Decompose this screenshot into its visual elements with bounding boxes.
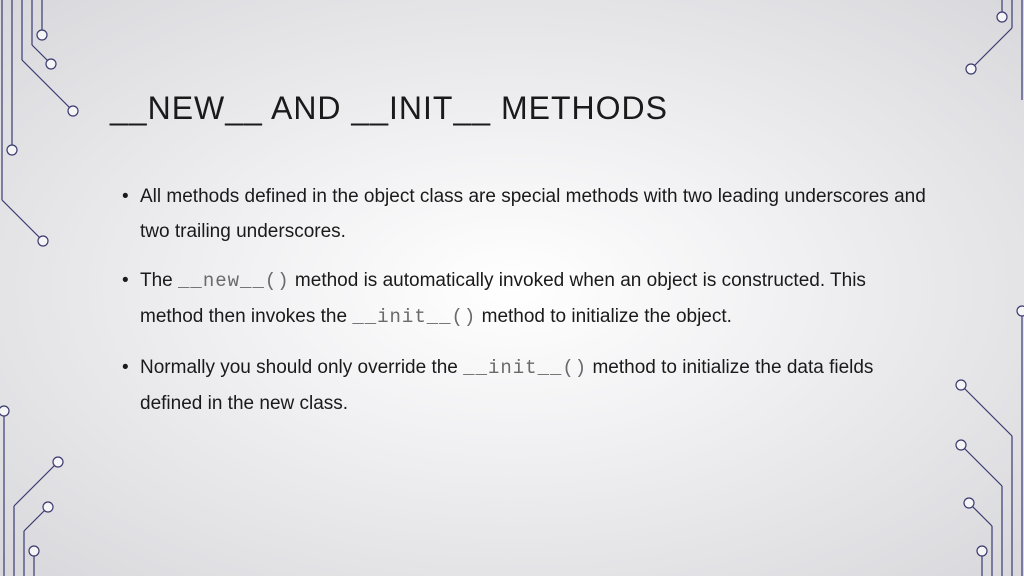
bullet-text: All methods defined in the object class …: [140, 186, 926, 242]
code-snippet: __new__(): [178, 270, 290, 292]
code-snippet: __init__(): [463, 357, 587, 379]
slide-content: __NEW__ AND __INIT__ METHODS All methods…: [110, 90, 934, 435]
bullet-item: Normally you should only override the __…: [122, 350, 934, 421]
bullet-text: method to initialize the object.: [476, 306, 732, 327]
slide-title: __NEW__ AND __INIT__ METHODS: [110, 90, 934, 127]
bullet-item: All methods defined in the object class …: [122, 179, 934, 249]
bullet-item: The __new__() method is automatically in…: [122, 263, 934, 335]
bullet-text: Normally you should only override the: [140, 357, 463, 378]
bullet-text: The: [140, 270, 178, 291]
bullet-list: All methods defined in the object class …: [110, 179, 934, 421]
code-snippet: __init__(): [352, 306, 476, 328]
